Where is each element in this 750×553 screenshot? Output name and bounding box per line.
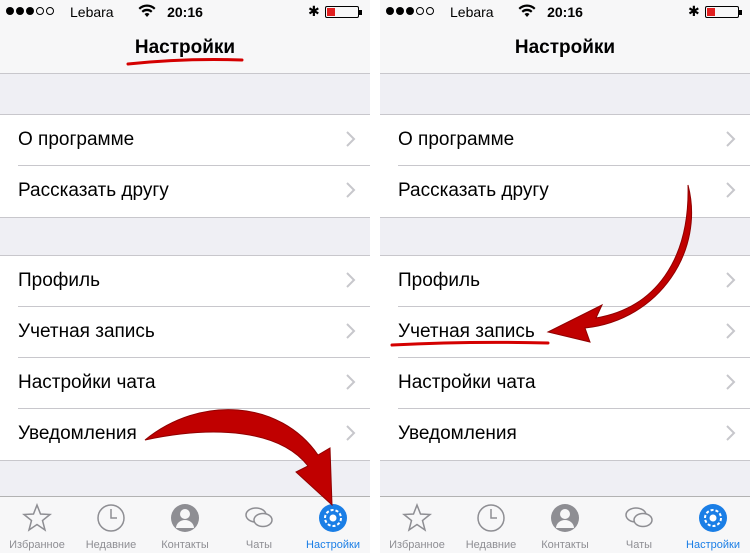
row-label: Уведомления <box>18 423 137 444</box>
row-label: Профиль <box>398 270 481 291</box>
tab-contacts[interactable]: Контакты <box>528 497 602 553</box>
settings-group-info: О программе Рассказать другу <box>0 114 370 218</box>
nav-bar: Настройки <box>0 24 370 74</box>
tab-label: Настройки <box>306 539 360 551</box>
tab-contacts[interactable]: Контакты <box>148 497 222 553</box>
contact-icon <box>551 504 579 532</box>
tab-label: Контакты <box>161 539 209 551</box>
settings-row-profile[interactable]: Профиль <box>380 256 750 307</box>
tab-recent[interactable]: Недавние <box>74 497 148 553</box>
chevron-right-icon <box>346 323 356 339</box>
star-icon <box>402 503 432 532</box>
tab-bar: Избранное Недавние Контакты Чаты Настрой… <box>0 496 370 553</box>
row-label: О программе <box>18 129 135 150</box>
tab-label: Недавние <box>465 539 517 551</box>
clock-icon <box>97 504 125 532</box>
settings-row-notifications[interactable]: Уведомления <box>380 409 750 460</box>
bluetooth-icon: ✱ <box>688 3 700 19</box>
settings-row-tell-friend[interactable]: Рассказать другу <box>0 166 370 217</box>
chevron-right-icon <box>726 182 736 198</box>
phone-screen-left: Lebara 20:16 ✱ Настройки О программе Рас… <box>0 0 370 553</box>
row-label: О программе <box>398 129 515 150</box>
settings-row-account[interactable]: Учетная запись <box>380 307 750 358</box>
chevron-right-icon <box>346 182 356 198</box>
tab-bar: Избранное Недавние Контакты Чаты Настрой… <box>380 496 750 553</box>
row-label: Учетная запись <box>398 321 535 342</box>
tab-label: Чаты <box>245 539 273 551</box>
chevron-right-icon <box>346 131 356 147</box>
settings-group-info: О программе Рассказать другу <box>380 114 750 218</box>
tab-settings[interactable]: Настройки <box>676 497 750 553</box>
tab-favorites[interactable]: Избранное <box>0 497 74 553</box>
nav-bar: Настройки <box>380 24 750 74</box>
chat-bubbles-icon <box>625 507 653 528</box>
status-bar: Lebara 20:16 ✱ <box>380 0 750 24</box>
tab-label: Чаты <box>625 539 653 551</box>
battery-icon <box>325 6 362 18</box>
tab-label: Недавние <box>85 539 137 551</box>
page-title: Настройки <box>514 37 616 58</box>
tab-label: Избранное <box>9 539 65 551</box>
row-label: Рассказать другу <box>18 180 169 201</box>
tab-label: Контакты <box>541 539 589 551</box>
tab-chats[interactable]: Чаты <box>602 497 676 553</box>
tab-label: Избранное <box>389 539 445 551</box>
bluetooth-icon: ✱ <box>308 3 320 19</box>
settings-row-account[interactable]: Учетная запись <box>0 307 370 358</box>
settings-row-chat-settings[interactable]: Настройки чата <box>380 358 750 409</box>
battery-icon <box>705 6 742 18</box>
tab-chats[interactable]: Чаты <box>222 497 296 553</box>
settings-row-about[interactable]: О программе <box>380 115 750 166</box>
gear-icon <box>319 504 347 532</box>
tab-settings[interactable]: Настройки <box>296 497 370 553</box>
tab-label: Настройки <box>686 539 740 551</box>
chevron-right-icon <box>346 272 356 288</box>
tab-recent[interactable]: Недавние <box>454 497 528 553</box>
settings-group-main: Профиль Учетная запись Настройки чата Ув… <box>0 255 370 461</box>
settings-row-notifications[interactable]: Уведомления <box>0 409 370 460</box>
page-title: Настройки <box>134 37 236 58</box>
row-label: Рассказать другу <box>398 180 549 201</box>
screen-divider <box>370 0 380 553</box>
settings-row-about[interactable]: О программе <box>0 115 370 166</box>
row-label: Профиль <box>18 270 101 291</box>
row-label: Настройки чата <box>398 372 536 393</box>
chevron-right-icon <box>726 323 736 339</box>
chevron-right-icon <box>726 374 736 390</box>
row-label: Учетная запись <box>18 321 155 342</box>
clock-icon <box>477 504 505 532</box>
star-icon <box>22 503 52 532</box>
settings-group-main: Профиль Учетная запись Настройки чата Ув… <box>380 255 750 461</box>
gear-icon <box>699 504 727 532</box>
tab-favorites[interactable]: Избранное <box>380 497 454 553</box>
chat-bubbles-icon <box>245 507 273 528</box>
contact-icon <box>171 504 199 532</box>
chevron-right-icon <box>726 272 736 288</box>
status-bar: Lebara 20:16 ✱ <box>0 0 370 24</box>
chevron-right-icon <box>726 425 736 441</box>
chevron-right-icon <box>726 131 736 147</box>
row-label: Настройки чата <box>18 372 156 393</box>
row-label: Уведомления <box>398 423 517 444</box>
settings-row-tell-friend[interactable]: Рассказать другу <box>380 166 750 217</box>
chevron-right-icon <box>346 374 356 390</box>
settings-row-profile[interactable]: Профиль <box>0 256 370 307</box>
settings-row-chat-settings[interactable]: Настройки чата <box>0 358 370 409</box>
phone-screen-right: Lebara 20:16 ✱ Настройки О программе Рас… <box>380 0 750 553</box>
chevron-right-icon <box>346 425 356 441</box>
